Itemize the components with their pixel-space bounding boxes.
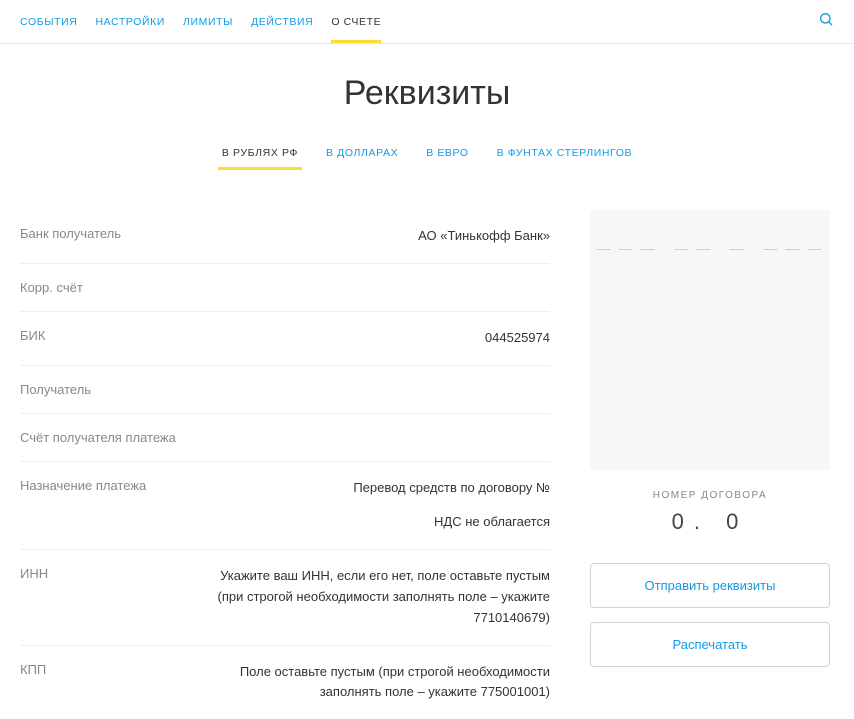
details-table: Банк получатель АО «Тинькофф Банк» Корр.… — [20, 210, 550, 719]
tab-actions[interactable]: ДЕЙСТВИЯ — [251, 2, 313, 42]
tab-about-account[interactable]: О СЧЕТЕ — [331, 2, 381, 42]
label-recipient: Получатель — [20, 382, 200, 397]
row-corr-account: Корр. счёт — [20, 264, 550, 312]
send-requisites-button[interactable]: Отправить реквизиты — [590, 563, 830, 608]
sidebar: — — — — — — — — — НОМЕР ДОГОВОРА 0. 0 От… — [590, 210, 830, 719]
currency-tabs: В РУБЛЯХ РФ В ДОЛЛАРАХ В ЕВРО В ФУНТАХ С… — [0, 137, 854, 170]
label-inn: ИНН — [20, 566, 200, 581]
payment-purpose-line2: НДС не облагается — [200, 512, 550, 533]
currency-tab-eur[interactable]: В ЕВРО — [422, 137, 472, 169]
currency-tab-gbp[interactable]: В ФУНТАХ СТЕРЛИНГОВ — [493, 137, 636, 169]
card-preview: — — — — — — — — — — [590, 210, 830, 470]
label-payment-purpose: Назначение платежа — [20, 478, 200, 493]
row-recipient-account: Счёт получателя платежа — [20, 414, 550, 462]
contract-label: НОМЕР ДОГОВОРА — [653, 490, 767, 501]
page-title: Реквизиты — [0, 74, 854, 113]
tab-events[interactable]: СОБЫТИЯ — [20, 2, 77, 42]
value-payment-purpose: Перевод средств по договору № НДС не обл… — [200, 478, 550, 534]
top-nav-tabs: СОБЫТИЯ НАСТРОЙКИ ЛИМИТЫ ДЕЙСТВИЯ О СЧЕТ… — [20, 2, 381, 42]
label-kpp: КПП — [20, 662, 200, 677]
row-kpp: КПП Поле оставьте пустым (при строгой не… — [20, 646, 550, 719]
print-button[interactable]: Распечатать — [590, 622, 830, 667]
currency-tab-usd[interactable]: В ДОЛЛАРАХ — [322, 137, 402, 169]
row-inn: ИНН Укажите ваш ИНН, если его нет, поле … — [20, 550, 550, 645]
label-bank-recipient: Банк получатель — [20, 226, 200, 241]
tab-settings[interactable]: НАСТРОЙКИ — [95, 2, 165, 42]
label-bik: БИК — [20, 328, 200, 343]
search-icon[interactable] — [818, 11, 834, 32]
label-recipient-account: Счёт получателя платежа — [20, 430, 200, 445]
value-kpp: Поле оставьте пустым (при строгой необхо… — [200, 662, 550, 704]
row-bik: БИК 044525974 — [20, 312, 550, 366]
value-bank-recipient: АО «Тинькофф Банк» — [200, 226, 550, 247]
top-nav: СОБЫТИЯ НАСТРОЙКИ ЛИМИТЫ ДЕЙСТВИЯ О СЧЕТ… — [0, 0, 854, 44]
tab-limits[interactable]: ЛИМИТЫ — [183, 2, 233, 42]
value-bik: 044525974 — [200, 328, 550, 349]
currency-tab-rub[interactable]: В РУБЛЯХ РФ — [218, 137, 302, 169]
payment-purpose-line1: Перевод средств по договору № — [200, 478, 550, 499]
row-bank-recipient: Банк получатель АО «Тинькофф Банк» — [20, 210, 550, 264]
label-corr-account: Корр. счёт — [20, 280, 200, 295]
card-preview-placeholder: — — — — — — — — — — [597, 240, 823, 470]
value-inn: Укажите ваш ИНН, если его нет, поле оста… — [200, 566, 550, 628]
row-payment-purpose: Назначение платежа Перевод средств по до… — [20, 462, 550, 551]
contract-number: 0. 0 — [672, 509, 749, 535]
row-recipient: Получатель — [20, 366, 550, 414]
content-area: Банк получатель АО «Тинькофф Банк» Корр.… — [0, 210, 854, 719]
